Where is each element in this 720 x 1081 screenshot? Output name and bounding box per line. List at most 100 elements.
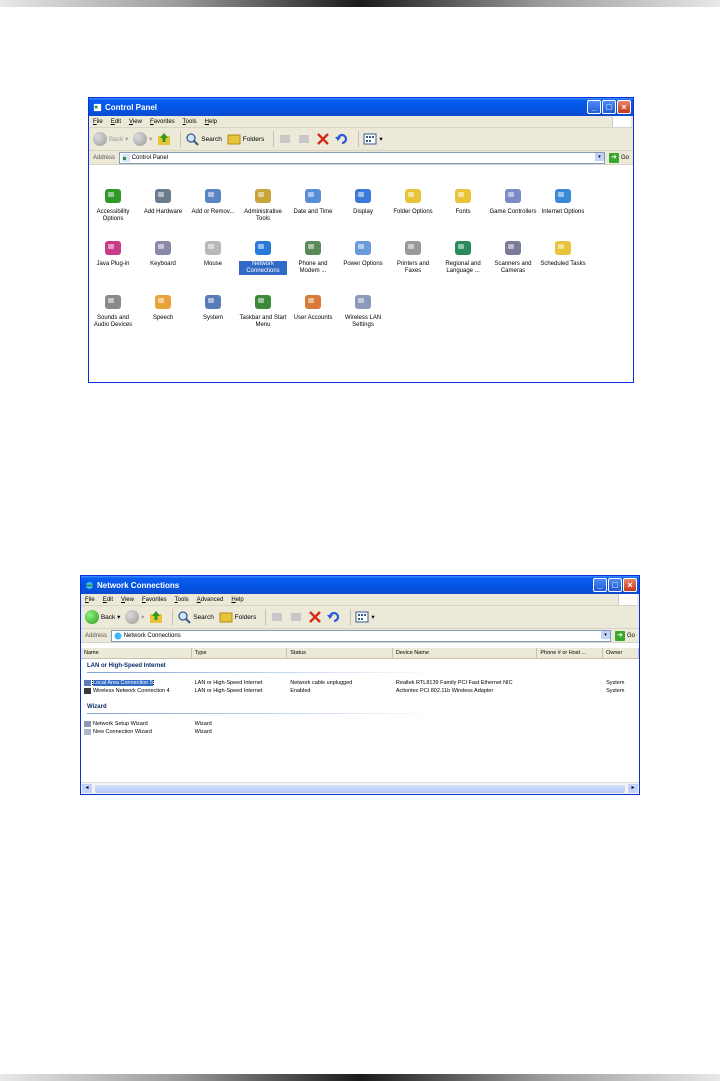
speech-icon [152,291,174,313]
maximize-button[interactable]: □ [602,100,616,114]
cp-item-folder-options[interactable]: Folder Options [389,185,437,216]
go-button[interactable]: ➜ Go [608,152,629,163]
back-button[interactable]: Back ▾ [93,132,128,146]
close-button[interactable]: × [623,578,637,592]
cp-item-system[interactable]: System [189,291,237,322]
title-bar[interactable]: Control Panel _ □ × [89,98,633,116]
cp-item-taskbar-start-menu[interactable]: Taskbar and Start Menu [239,291,287,329]
menu-file[interactable]: File [85,597,95,603]
address-dropdown-button[interactable]: ▾ [600,630,610,639]
cp-item-scheduled-tasks[interactable]: Scheduled Tasks [539,237,587,268]
menu-file[interactable]: File [93,119,103,125]
maximize-button[interactable]: □ [608,578,622,592]
search-icon [186,133,200,146]
cp-item-user-accounts[interactable]: User Accounts [289,291,337,322]
forward-button[interactable]: ▾ [125,610,144,624]
cp-item-label: Add or Remov... [191,209,235,215]
copy-to-button[interactable] [289,610,303,624]
table-row[interactable]: Wireless Network Connection 4 LAN or High… [81,687,639,695]
scheduled-tasks-icon [552,237,574,259]
toolbar-separator [350,609,352,625]
menu-edit[interactable]: Edit [111,119,121,125]
column-header-status[interactable]: Status [287,648,393,658]
table-row[interactable]: Network Setup Wizard Wizard [81,720,639,728]
scroll-right-button[interactable]: ▸ [628,784,638,793]
cp-item-administrative-tools[interactable]: Administrative Tools [239,185,287,223]
move-to-button[interactable] [270,610,284,624]
menu-tools[interactable]: Tools [175,597,189,603]
cp-item-mouse[interactable]: Mouse [189,237,237,268]
title-bar[interactable]: Network Connections _ □ × [81,576,639,594]
address-input[interactable]: Control Panel ▾ [119,151,605,164]
search-button[interactable]: Search [177,610,214,624]
undo-icon [335,133,348,145]
cp-item-game-controllers[interactable]: Game Controllers [489,185,537,216]
cp-item-label: Accessibility Options [96,209,130,222]
window-title: Control Panel [105,102,158,112]
cp-item-fonts[interactable]: Fonts [439,185,487,216]
cp-item-date-time[interactable]: Date and Time [289,185,337,216]
table-row[interactable]: Local Area Connection 5 LAN or High-Speed… [81,679,639,687]
folders-button[interactable]: Folders [227,132,264,146]
menu-help[interactable]: Help [231,597,243,603]
move-to-button[interactable] [278,132,292,146]
menu-view[interactable]: View [121,597,134,603]
close-button[interactable]: × [617,100,631,114]
menu-tools[interactable]: Tools [183,119,197,125]
views-button[interactable]: ▾ [355,610,375,624]
date-time-icon [302,185,324,207]
cp-item-sounds-audio[interactable]: Sounds and Audio Devices [89,291,137,329]
cp-item-keyboard[interactable]: Keyboard [139,237,187,268]
cp-item-phone-modem[interactable]: Phone and Modem ... [289,237,337,275]
forward-button[interactable]: ▾ [133,132,152,146]
cp-item-printers-faxes[interactable]: Printers and Faxes [389,237,437,275]
menu-advanced[interactable]: Advanced [197,597,224,603]
menu-help[interactable]: Help [205,119,217,125]
column-header-device-name[interactable]: Device Name [393,648,538,658]
delete-button[interactable] [316,132,330,146]
column-header-name[interactable]: Name [81,648,192,658]
menu-favorites[interactable]: Favorites [142,597,167,603]
table-row[interactable]: New Connection Wizard Wizard [81,728,639,736]
cp-item-scanners-cameras[interactable]: Scanners and Cameras [489,237,537,275]
search-button[interactable]: Search [185,132,222,146]
up-folder-button[interactable] [157,132,171,146]
views-button[interactable]: ▾ [363,132,383,146]
undo-button[interactable] [335,132,349,146]
horizontal-scrollbar[interactable]: ◂ ▸ [81,782,639,794]
cp-item-add-hardware[interactable]: Add Hardware [139,185,187,216]
cp-item-display[interactable]: Display [339,185,387,216]
cp-item-internet-options[interactable]: Internet Options [539,185,587,216]
up-folder-button[interactable] [149,610,163,624]
cp-item-java-plugin[interactable]: Java Plug-in [89,237,137,268]
group-header: Wizard [81,704,639,714]
menu-edit[interactable]: Edit [103,597,113,603]
folders-button[interactable]: Folders [219,610,256,624]
menu-view[interactable]: View [129,119,142,125]
toolbar-separator [265,609,267,625]
copy-to-button[interactable] [297,132,311,146]
cp-item-speech[interactable]: Speech [139,291,187,322]
minimize-button[interactable]: _ [587,100,601,114]
cp-item-add-remove-programs[interactable]: Add or Remov... [189,185,237,216]
cp-item-power-options[interactable]: Power Options [339,237,387,268]
column-header-phone-or-host[interactable]: Phone # or Host ... [537,648,604,658]
column-header-owner[interactable]: Owner [603,648,639,658]
connection-name: Local Area Connection 5 [92,680,154,686]
menu-favorites[interactable]: Favorites [150,119,175,125]
device-cell: Realtek RTL8139 Family PCI Fast Ethernet… [395,680,513,686]
cp-item-wireless-lan[interactable]: Wireless LAN Settings [339,291,387,329]
scroll-thumb[interactable] [95,784,625,793]
cp-item-accessibility[interactable]: Accessibility Options [89,185,137,223]
delete-button[interactable] [308,610,322,624]
back-button[interactable]: Back ▾ [85,610,120,624]
undo-button[interactable] [327,610,341,624]
scroll-left-button[interactable]: ◂ [82,784,92,793]
address-input[interactable]: Network Connections ▾ [111,629,611,642]
column-header-type[interactable]: Type [192,648,288,658]
address-dropdown-button[interactable]: ▾ [594,152,604,161]
cp-item-network-connections[interactable]: Network Connections [239,237,287,275]
go-button[interactable]: ➜ Go [614,630,635,641]
cp-item-regional-language[interactable]: Regional and Language ... [439,237,487,275]
minimize-button[interactable]: _ [593,578,607,592]
